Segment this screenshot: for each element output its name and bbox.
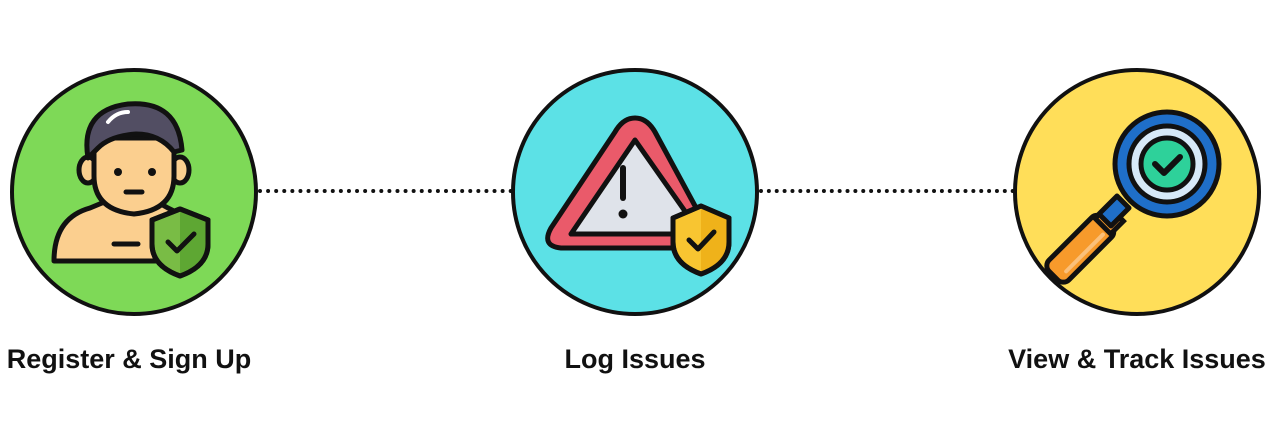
connector-line-1 [258,189,513,193]
step-view-track-circle [1013,68,1261,316]
step-log-issues-circle [511,68,759,316]
user-shield-icon [10,68,258,316]
connector-line-2 [759,189,1015,193]
step-register-circle [10,68,258,316]
magnifier-check-icon [1013,68,1261,316]
warning-shield-icon [511,68,759,316]
step-label-register: Register & Sign Up [6,344,252,374]
step-label-view-track: View & Track Issues [1008,344,1266,374]
step-label-log-issues: Log Issues [564,344,706,374]
